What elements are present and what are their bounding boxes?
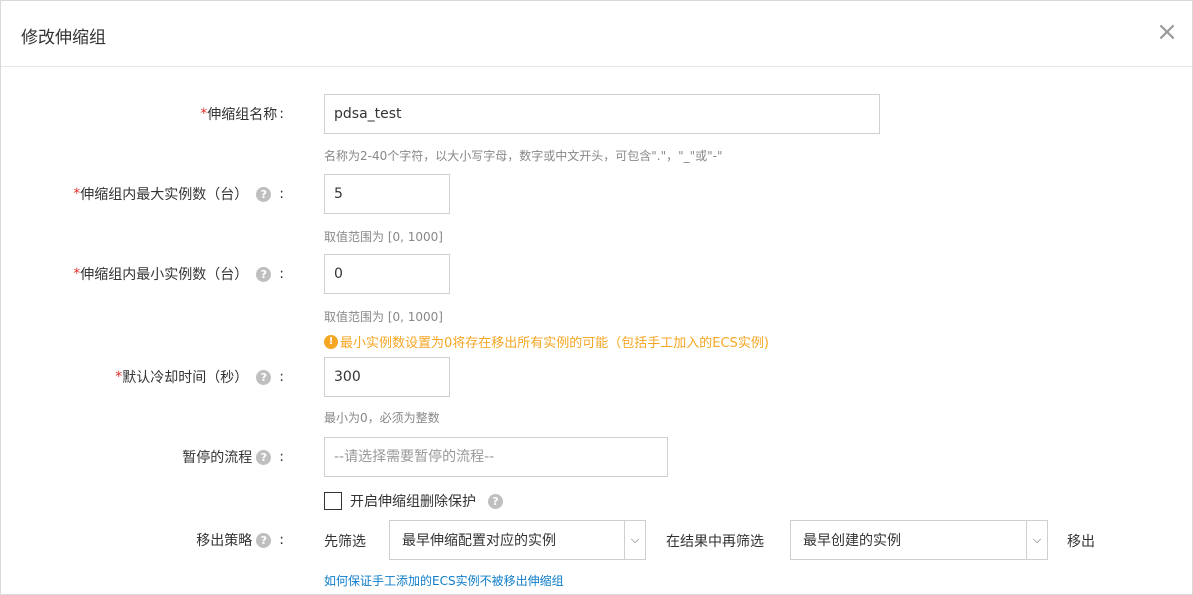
dialog-header: 修改伸缩组 × [1,1,1192,67]
manual-ecs-protection-link[interactable]: 如何保证手工添加的ECS实例不被移出伸缩组 [324,572,564,589]
dialog-title: 修改伸缩组 [21,28,106,48]
then-filter-label: 在结果中再筛选 [666,534,764,550]
cooldown-hint: 最小为0，必须为整数 [324,411,440,425]
delete-protection-row: 开启伸缩组删除保护 ? [324,491,509,511]
colon: : [279,449,284,465]
delete-protection-label: 开启伸缩组删除保护 [350,494,476,510]
chevron-down-icon: ⌵ [624,521,645,559]
max-instances-label-text: 伸缩组内最大实例数（台） [80,187,249,203]
max-instances-input[interactable] [324,174,450,214]
min-instances-warning: ! 最小实例数设置为0将存在移出所有实例的可能（包括手工加入的ECS实例) [324,332,769,351]
cooldown-input[interactable] [324,357,450,397]
then-filter-value: 最早创建的实例 [803,533,901,549]
help-icon[interactable]: ? [256,186,272,202]
suspended-processes-label-text: 暂停的流程 [182,450,253,466]
name-label: * 伸缩组名称 : [200,104,284,124]
help-icon[interactable]: ? [256,266,272,282]
cooldown-label-text: 默认冷却时间（秒） [122,370,249,386]
suspended-processes-select[interactable] [324,437,668,477]
close-icon[interactable]: × [1154,19,1180,45]
chevron-down-icon: ⌵ [1026,521,1047,559]
name-label-text: 伸缩组名称 [207,107,278,123]
edit-scaling-group-dialog: 修改伸缩组 × * 伸缩组名称 : 名称为2-40个字符，以大小写字母，数字或中… [0,0,1193,595]
help-icon[interactable]: ? [488,493,503,509]
name-hint: 名称为2-40个字符，以大小写字母，数字或中文开头，可包含"."，"_"或"-" [324,149,723,163]
then-filter-select[interactable]: 最早创建的实例 ⌵ [790,520,1048,560]
required-mark: * [73,186,81,202]
removal-policy-label: 移出策略 ? : [196,530,284,550]
colon: : [279,106,284,122]
colon: : [279,532,284,548]
min-instances-hint: 取值范围为 [0, 1000] [324,310,443,324]
first-filter-label: 先筛选 [324,534,366,550]
warning-icon: ! [324,334,338,349]
delete-protection-checkbox[interactable] [324,492,342,510]
help-icon[interactable]: ? [256,369,272,385]
required-mark: * [115,369,123,385]
cooldown-label: * 默认冷却时间（秒） ? : [115,367,284,387]
warning-text: 最小实例数设置为0将存在移出所有实例的可能（包括手工加入的ECS实例) [340,336,769,351]
colon: : [279,186,284,202]
max-instances-hint: 取值范围为 [0, 1000] [324,230,443,244]
required-mark: * [73,266,81,282]
min-instances-input[interactable] [324,254,450,294]
remove-label: 移出 [1067,534,1095,550]
first-filter-value: 最早伸缩配置对应的实例 [402,533,556,549]
help-icon[interactable]: ? [256,532,272,548]
required-mark: * [200,106,208,122]
suspended-processes-label: 暂停的流程 ? : [182,447,284,467]
min-instances-label-text: 伸缩组内最小实例数（台） [80,267,249,283]
removal-policy-label-text: 移出策略 [196,533,253,549]
min-instances-label: * 伸缩组内最小实例数（台） ? : [73,264,284,284]
max-instances-label: * 伸缩组内最大实例数（台） ? : [73,184,284,204]
colon: : [279,266,284,282]
help-icon[interactable]: ? [256,449,272,465]
first-filter-select[interactable]: 最早伸缩配置对应的实例 ⌵ [389,520,646,560]
colon: : [279,369,284,385]
name-input[interactable] [324,94,880,134]
